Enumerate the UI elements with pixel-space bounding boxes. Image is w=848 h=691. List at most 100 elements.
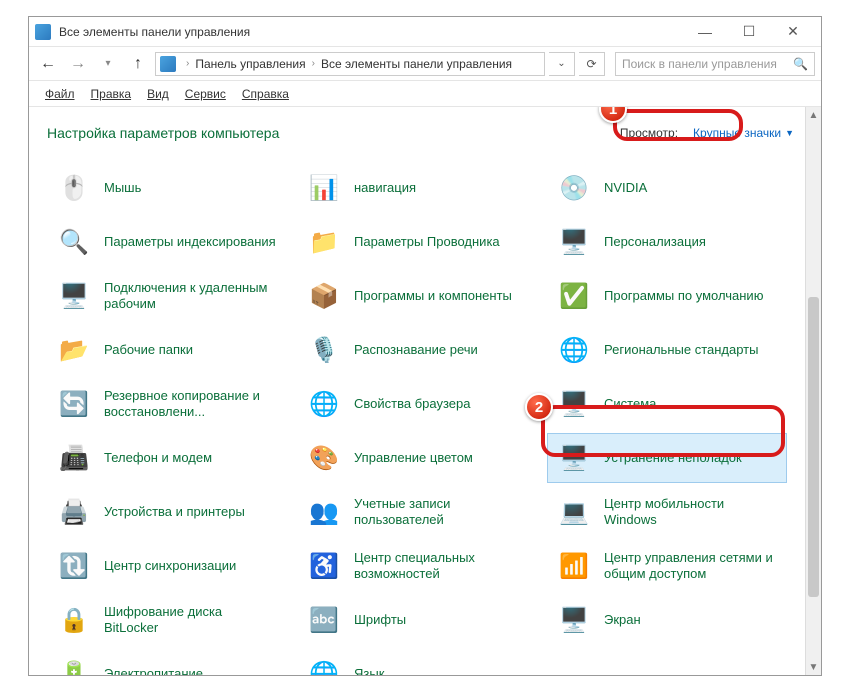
forward-button[interactable]: → bbox=[65, 51, 91, 77]
cp-item[interactable]: 👥 Учетные записи пользователей bbox=[297, 487, 537, 537]
cp-item-label: Подключения к удаленным рабочим bbox=[104, 280, 278, 313]
menu-view[interactable]: Вид bbox=[141, 84, 175, 104]
cp-item[interactable]: ♿Центр специальных возможностей bbox=[297, 541, 537, 591]
close-button[interactable]: ✕ bbox=[771, 17, 815, 47]
cp-item-icon: ♿ bbox=[306, 548, 342, 584]
menubar: Файл Правка Вид Сервис Справка bbox=[29, 81, 821, 107]
cp-item[interactable]: 🔒Шифрование диска BitLocker bbox=[47, 595, 287, 645]
menu-edit[interactable]: Правка bbox=[85, 84, 138, 104]
cp-item[interactable]: ✅ Программы по умолчанию bbox=[547, 271, 787, 321]
cp-item[interactable]: 🖥️Устранение неполадок bbox=[547, 433, 787, 483]
cp-item[interactable]: 📁Параметры Проводника bbox=[297, 217, 537, 267]
cp-item-label: Распознавание речи bbox=[354, 342, 478, 358]
cp-item[interactable]: 📠Телефон и модем bbox=[47, 433, 287, 483]
recent-dropdown[interactable]: ▾ bbox=[95, 51, 121, 77]
minimize-button[interactable]: — bbox=[683, 17, 727, 47]
search-input[interactable]: Поиск в панели управления 🔍 bbox=[615, 52, 815, 76]
cp-item[interactable]: 🔋 Электропитание bbox=[47, 649, 287, 675]
cp-item-icon: 🔄 bbox=[56, 386, 92, 422]
menu-tools[interactable]: Сервис bbox=[179, 84, 232, 104]
cp-item-icon: 👥 bbox=[306, 494, 342, 530]
cp-item-icon: 🔍 bbox=[56, 224, 92, 260]
menu-help[interactable]: Справка bbox=[236, 84, 295, 104]
cp-item[interactable]: 🔄Резервное копирование и восстановлени..… bbox=[47, 379, 287, 429]
cp-item-label: Управление цветом bbox=[354, 450, 473, 466]
cp-item-icon: 🔒 bbox=[56, 602, 92, 638]
cp-item[interactable]: 🎨 Управление цветом bbox=[297, 433, 537, 483]
cp-item-icon: 🔤 bbox=[306, 602, 342, 638]
cp-item[interactable]: 🔍Параметры индексирования bbox=[47, 217, 287, 267]
items-grid: 🖱️Мышь📊навигация💿NVIDIA 🔍Параметры индекс… bbox=[47, 163, 803, 675]
chevron-down-icon: ▼ bbox=[785, 128, 794, 138]
cp-item-label: Программы по умолчанию bbox=[604, 288, 763, 304]
cp-item[interactable]: 🔤 Шрифты bbox=[297, 595, 537, 645]
history-dropdown[interactable]: ⌄ bbox=[549, 52, 575, 76]
cp-item[interactable]: 🖱️Мышь bbox=[47, 163, 287, 213]
window-title: Все элементы панели управления bbox=[59, 25, 683, 39]
scrollbar-thumb[interactable] bbox=[808, 297, 819, 597]
app-icon bbox=[35, 24, 51, 40]
cp-item-label: Региональные стандарты bbox=[604, 342, 758, 358]
chevron-right-icon: › bbox=[312, 58, 315, 69]
cp-item-icon: 📂 bbox=[56, 332, 92, 368]
cp-item-icon: 📦 bbox=[306, 278, 342, 314]
cp-item[interactable]: 📂Рабочие папки bbox=[47, 325, 287, 375]
cp-item-icon: 🔃 bbox=[56, 548, 92, 584]
cp-item[interactable]: 🖨️Устройства и принтеры bbox=[47, 487, 287, 537]
cp-item[interactable]: 📶 Центр управления сетями и общим доступо… bbox=[547, 541, 787, 591]
menu-file[interactable]: Файл bbox=[39, 84, 81, 104]
cp-item-icon: ✅ bbox=[556, 278, 592, 314]
cp-item-icon: 🖥️ bbox=[556, 386, 592, 422]
cp-item[interactable]: 📦Программы и компоненты bbox=[297, 271, 537, 321]
cp-item[interactable]: 🌐Язык bbox=[297, 649, 537, 675]
breadcrumb[interactable]: › Панель управления › Все элементы панел… bbox=[155, 52, 545, 76]
cp-item[interactable]: 🖥️Экран bbox=[547, 595, 787, 645]
cp-item-icon: 📶 bbox=[556, 548, 592, 584]
cp-item[interactable]: 🖥️ Система bbox=[547, 379, 787, 429]
cp-item-icon: 🔋 bbox=[56, 656, 92, 675]
cp-item[interactable]: 💻 Центр мобильности Windows bbox=[547, 487, 787, 537]
cp-item-label: Параметры Проводника bbox=[354, 234, 500, 250]
scroll-down-icon[interactable]: ▼ bbox=[806, 659, 821, 675]
control-panel-window: Все элементы панели управления — ☐ ✕ ← →… bbox=[28, 16, 822, 676]
search-placeholder: Поиск в панели управления bbox=[622, 57, 777, 71]
cp-item-icon: 💻 bbox=[556, 494, 592, 530]
cp-item-icon: 🎨 bbox=[306, 440, 342, 476]
cp-item-icon: 🎙️ bbox=[306, 332, 342, 368]
view-value: Крупные значки bbox=[693, 126, 781, 140]
cp-item-label: Центр управления сетями и общим доступом bbox=[604, 550, 778, 583]
cp-item-label: Система bbox=[604, 396, 656, 412]
scrollbar[interactable]: ▲ ▼ bbox=[805, 107, 821, 675]
cp-item-label: Мышь bbox=[104, 180, 141, 196]
cp-item[interactable]: 🌐 Региональные стандарты bbox=[547, 325, 787, 375]
window-controls: — ☐ ✕ bbox=[683, 17, 815, 47]
chevron-right-icon: › bbox=[186, 58, 189, 69]
cp-item[interactable]: 🌐Свойства браузера bbox=[297, 379, 537, 429]
cp-item-label: Свойства браузера bbox=[354, 396, 470, 412]
cp-item-label: Учетные записи пользователей bbox=[354, 496, 528, 529]
maximize-button[interactable]: ☐ bbox=[727, 17, 771, 47]
refresh-button[interactable]: ⟳ bbox=[579, 52, 605, 76]
cp-item[interactable]: 💿NVIDIA bbox=[547, 163, 787, 213]
cp-item[interactable]: 📊навигация bbox=[297, 163, 537, 213]
cp-item-label: NVIDIA bbox=[604, 180, 647, 196]
breadcrumb-current[interactable]: Все элементы панели управления bbox=[321, 57, 512, 71]
cp-item-label: Шрифты bbox=[354, 612, 406, 628]
cp-item-icon: 📠 bbox=[56, 440, 92, 476]
cp-item-label: Центр синхронизации bbox=[104, 558, 236, 574]
cp-item-icon: 🌐 bbox=[556, 332, 592, 368]
cp-item-icon: 🖥️ bbox=[556, 224, 592, 260]
breadcrumb-root[interactable]: Панель управления bbox=[195, 57, 305, 71]
cp-item[interactable]: 🎙️ Распознавание речи bbox=[297, 325, 537, 375]
cp-item[interactable]: 🔃 Центр синхронизации bbox=[47, 541, 287, 591]
cp-item-label: Электропитание bbox=[104, 666, 203, 675]
back-button[interactable]: ← bbox=[35, 51, 61, 77]
cp-item[interactable]: 🖥️Персонализация bbox=[547, 217, 787, 267]
scroll-up-icon[interactable]: ▲ bbox=[806, 107, 821, 123]
up-button[interactable]: ↑ bbox=[125, 51, 151, 77]
view-dropdown[interactable]: Крупные значки ▼ bbox=[684, 121, 803, 145]
cp-item-label: Центр мобильности Windows bbox=[604, 496, 778, 529]
cp-item-icon: 🖨️ bbox=[56, 494, 92, 530]
cp-item[interactable]: 🖥️Подключения к удаленным рабочим bbox=[47, 271, 287, 321]
view-label: Просмотр: bbox=[620, 126, 678, 140]
